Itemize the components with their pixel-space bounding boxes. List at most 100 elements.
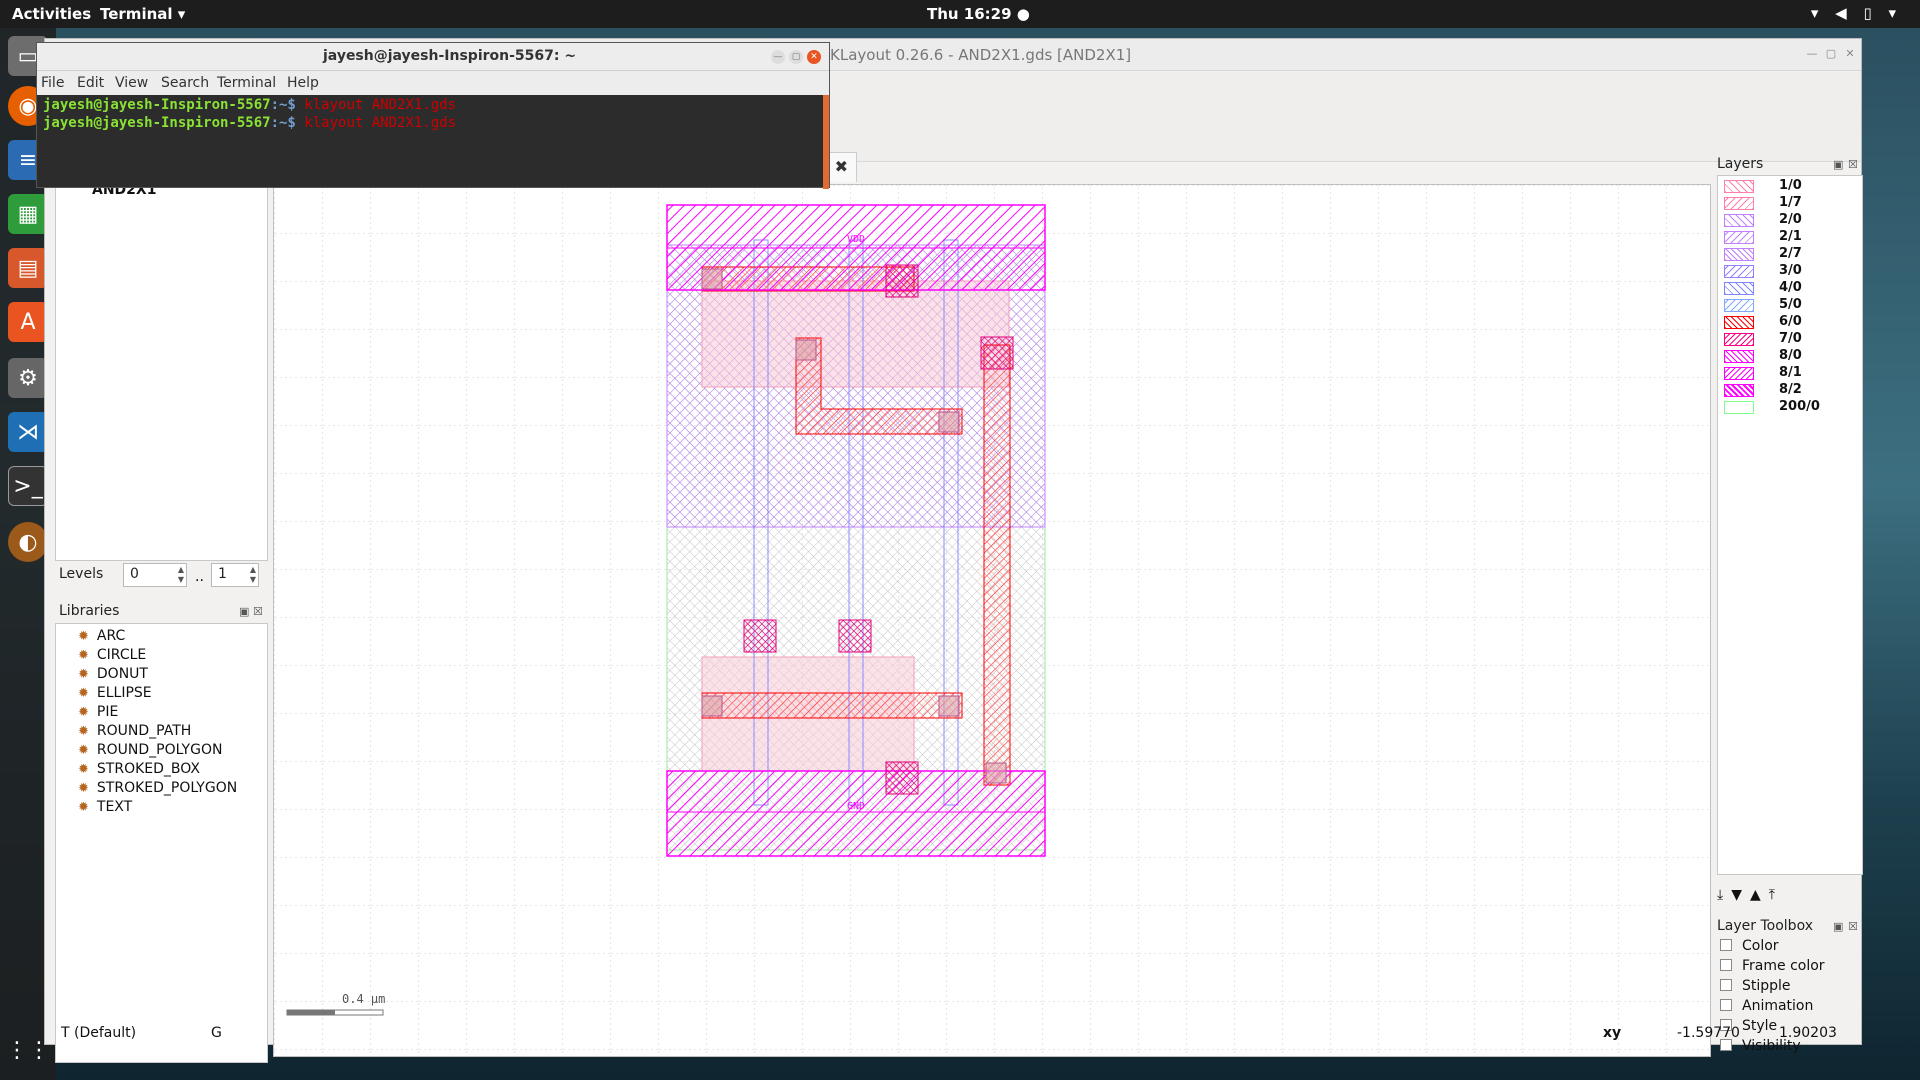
close-icon[interactable]: ✕ — [1843, 47, 1857, 61]
level-from-spinbox[interactable]: 0 ▲ ▼ — [123, 563, 187, 587]
library-item[interactable]: ✹ ROUND_PATH — [78, 723, 191, 739]
toolbox-frame-color[interactable]: Frame color — [1720, 958, 1825, 974]
status-mode: T (Default) — [61, 1025, 137, 1041]
impress-icon[interactable]: ▤ — [8, 248, 48, 288]
layer-order-buttons: ⤓▼▲⤒ — [1717, 887, 1783, 903]
vscode-icon[interactable]: ⋊ — [8, 412, 48, 452]
library-item[interactable]: ✹ STROKED_BOX — [78, 761, 200, 777]
toolbox-stipple[interactable]: Stipple — [1720, 978, 1791, 994]
layer-row[interactable]: 200/0 — [1724, 399, 1864, 415]
library-item[interactable]: ✹ ROUND_POLYGON — [78, 742, 222, 758]
contact — [885, 761, 919, 795]
via — [701, 268, 723, 290]
layer-row[interactable]: 6/0 — [1724, 314, 1864, 330]
layer-swatch — [1724, 248, 1754, 261]
library-gear-icon: ✹ — [78, 629, 89, 644]
library-item[interactable]: ✹ ELLIPSE — [78, 685, 152, 701]
minimize-icon[interactable]: — — [771, 50, 785, 64]
close-icon[interactable]: ✕ — [807, 50, 821, 64]
layer-row[interactable]: 2/7 — [1724, 246, 1864, 262]
implant-top — [701, 280, 1010, 388]
layer-row[interactable]: 8/0 — [1724, 348, 1864, 364]
calc-icon[interactable]: ▦ — [8, 194, 48, 234]
move-bottom-icon[interactable]: ⤓ — [1717, 887, 1731, 903]
library-gear-icon: ✹ — [78, 705, 89, 720]
status-flag: G — [211, 1025, 222, 1041]
layer-swatch — [1724, 367, 1754, 380]
close-tab-icon[interactable]: ✖ — [835, 157, 848, 176]
close-panel-icon[interactable]: ☒ — [253, 605, 263, 618]
layer-row[interactable]: 8/2 — [1724, 382, 1864, 398]
float-panel-icon[interactable]: ▣ — [1833, 920, 1843, 933]
float-panel-icon[interactable]: ▣ — [1833, 158, 1843, 171]
system-tray[interactable]: ▾ ◀ ▯ ▾ — [1811, 4, 1902, 22]
move-down-icon[interactable]: ▼ — [1731, 887, 1750, 903]
layer-swatch — [1724, 214, 1754, 227]
library-item[interactable]: ✹ CIRCLE — [78, 647, 146, 663]
close-panel-icon[interactable]: ☒ — [1848, 920, 1858, 933]
gnd-rail — [666, 770, 1046, 857]
layer-swatch — [1724, 401, 1754, 414]
klayout-icon[interactable]: ◐ — [8, 522, 48, 562]
layer-swatch — [1724, 231, 1754, 244]
maximize-icon[interactable]: ▢ — [789, 50, 803, 64]
y-coordinate: 1.90203 — [1779, 1025, 1837, 1041]
menu-view[interactable]: View — [115, 75, 148, 91]
layer-row[interactable]: 7/0 — [1724, 331, 1864, 347]
expand-checkbox[interactable] — [1720, 959, 1732, 971]
float-panel-icon[interactable]: ▣ — [239, 605, 249, 618]
toolbox-animation[interactable]: Animation — [1720, 998, 1813, 1014]
layout-canvas[interactable]: VDD GND 0.4 µm — [273, 184, 1711, 1057]
software-center-icon[interactable]: A — [8, 302, 48, 342]
layer-row[interactable]: 4/0 — [1724, 280, 1864, 296]
layers-panel: 1/0 1/7 2/0 2/1 2/7 3/0 4/0 5/0 6/0 7/0 … — [1717, 175, 1863, 875]
layer-row[interactable]: 2/1 — [1724, 229, 1864, 245]
library-item[interactable]: ✹ ARC — [78, 628, 125, 644]
move-top-icon[interactable]: ⤒ — [1769, 887, 1783, 903]
settings-icon[interactable]: ⚙ — [8, 358, 48, 398]
expand-checkbox[interactable] — [1720, 939, 1732, 951]
status-bar: T (Default) G xy -1.59770 1.90203 — [55, 1023, 1855, 1045]
level-to-spinbox[interactable]: 1 ▲ ▼ — [211, 563, 259, 587]
minimize-icon[interactable]: — — [1805, 47, 1819, 61]
layer-row[interactable]: 1/0 — [1724, 178, 1864, 194]
menu-help[interactable]: Help — [287, 75, 319, 91]
expand-checkbox[interactable] — [1720, 979, 1732, 991]
maximize-icon[interactable]: ▢ — [1824, 47, 1838, 61]
menu-terminal[interactable]: Terminal — [217, 75, 276, 91]
library-item[interactable]: ✹ TEXT — [78, 799, 132, 815]
library-item[interactable]: ✹ DONUT — [78, 666, 148, 682]
layer-row[interactable]: 1/7 — [1724, 195, 1864, 211]
show-apps-icon[interactable]: ⋮⋮ — [6, 1030, 50, 1070]
via — [938, 411, 960, 433]
terminal-menubar: File Edit View Search Terminal Help — [37, 71, 829, 95]
expand-checkbox[interactable] — [1720, 999, 1732, 1011]
close-panel-icon[interactable]: ☒ — [1848, 158, 1858, 171]
clock[interactable]: Thu 16:29 ● — [927, 5, 1030, 23]
menu-edit[interactable]: Edit — [77, 75, 104, 91]
library-gear-icon: ✹ — [78, 781, 89, 796]
library-gear-icon: ✹ — [78, 648, 89, 663]
libraries-panel: ✹ ARC ✹ CIRCLE ✹ DONUT ✹ ELLIPSE ✹ PIE ✹ ROUND… — [55, 623, 268, 1063]
terminal-icon[interactable]: >_ — [8, 466, 48, 506]
layer-swatch — [1724, 350, 1754, 363]
layer-row[interactable]: 5/0 — [1724, 297, 1864, 313]
menu-search[interactable]: Search — [161, 75, 209, 91]
via — [701, 695, 723, 717]
app-menu[interactable]: Terminal ▾ — [100, 5, 185, 23]
layer-row[interactable]: 8/1 — [1724, 365, 1864, 381]
move-up-icon[interactable]: ▲ — [1750, 887, 1769, 903]
toolbox-color[interactable]: Color — [1720, 938, 1779, 954]
activities-button[interactable]: Activities — [12, 5, 91, 23]
library-gear-icon: ✹ — [78, 686, 89, 701]
menu-file[interactable]: File — [41, 75, 64, 91]
layer-row[interactable]: 3/0 — [1724, 263, 1864, 279]
library-item[interactable]: ✹ STROKED_POLYGON — [78, 780, 237, 796]
library-item[interactable]: ✹ PIE — [78, 704, 118, 720]
layer-swatch — [1724, 316, 1754, 329]
terminal-output[interactable]: jayesh@jayesh-Inspiron-5567:~$ klayout A… — [37, 95, 825, 187]
via — [985, 762, 1007, 784]
library-gear-icon: ✹ — [78, 800, 89, 815]
xy-label: xy — [1603, 1025, 1622, 1041]
layer-row[interactable]: 2/0 — [1724, 212, 1864, 228]
